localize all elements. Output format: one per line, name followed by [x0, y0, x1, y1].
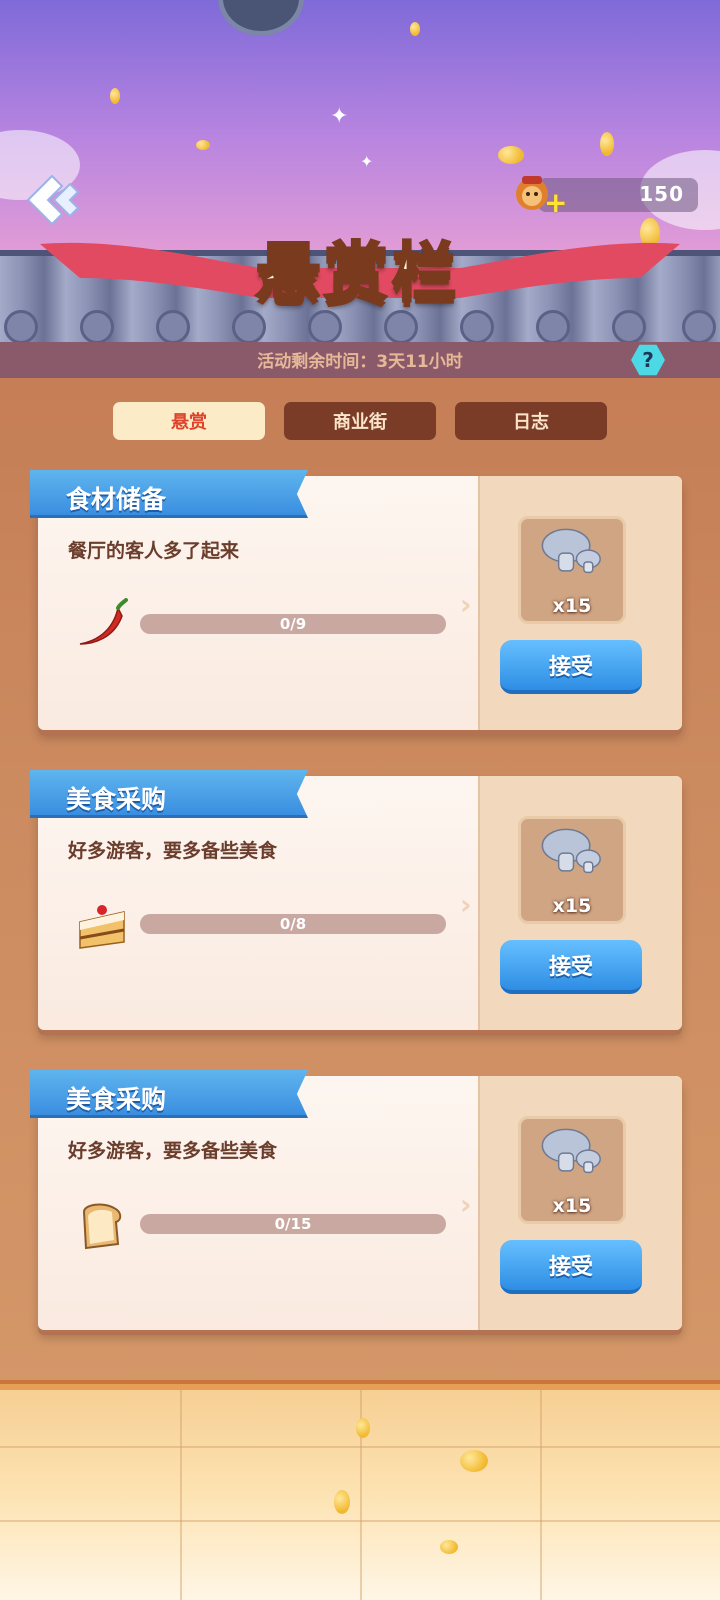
tab-bounty[interactable]: 悬赏 [113, 402, 265, 440]
double-chevron-left-icon [26, 174, 80, 226]
chevron-right-icon: › [460, 588, 472, 621]
sparkle-icon: ✦ [360, 152, 374, 171]
tab-bar: 悬赏 商业街 日志 [113, 402, 607, 440]
accept-button[interactable]: 接受 [500, 1240, 642, 1294]
reward-item: x15 [518, 816, 626, 924]
quest-progress-text: 0/8 [279, 915, 307, 933]
tab-log[interactable]: 日志 [455, 402, 607, 440]
chevron-right-icon: › [460, 888, 472, 921]
sparkle-icon: ✦ [330, 104, 349, 129]
tab-commercial-street[interactable]: 商业街 [284, 402, 436, 440]
mushroom-icon [541, 828, 601, 874]
roof-tile-end [4, 310, 38, 344]
coin-icon [460, 1450, 488, 1472]
reward-item: x15 [518, 516, 626, 624]
roof-tile-end [612, 310, 646, 344]
floor-line [180, 1390, 182, 1600]
quest-progress-text: 0/15 [274, 1215, 312, 1233]
mushroom-icon [541, 1128, 601, 1174]
question-mark-icon: ? [631, 344, 665, 376]
chili-pepper-icon [79, 598, 128, 645]
accept-button[interactable]: 接受 [500, 940, 642, 994]
reward-count: x15 [552, 595, 592, 617]
plus-icon[interactable]: + [544, 186, 567, 219]
currency-value: 150 [639, 182, 684, 206]
quest-tag-label: 食材储备 [66, 485, 167, 514]
coin-icon [600, 132, 614, 156]
event-timer: 活动剩余时间：3天11小时 [257, 352, 463, 372]
roof-tile-end [80, 310, 114, 344]
coin-icon [110, 88, 120, 104]
coin-icon [356, 1418, 370, 1438]
quest-description: 餐厅的客人多了起来 [68, 540, 240, 562]
quest-description: 好多游客，要多备些美食 [68, 1140, 278, 1162]
back-button[interactable] [22, 170, 82, 230]
bread-slice-icon [82, 1203, 122, 1250]
mushroom-icon [541, 528, 601, 574]
quest-tag-label: 美食采购 [66, 785, 167, 814]
floor-background [0, 1390, 720, 1600]
mascot-avatar [218, 0, 304, 36]
timer-bar: 活动剩余时间：3天11小时 ? [0, 342, 720, 378]
quest-card: 美食采购 好多游客，要多备些美食 0/15 › x15 接受 [30, 1070, 682, 1330]
roof-tile-end [682, 310, 716, 344]
cake-slice-icon [79, 905, 125, 949]
roof-tile-end [536, 310, 570, 344]
roof-tile-end [156, 310, 190, 344]
title-banner: 悬赏栏 [222, 220, 494, 316]
quest-card: 食材储备 餐厅的客人多了起来 0/9 › x15 接受 [30, 470, 682, 730]
quest-tag-label: 美食采购 [66, 1085, 167, 1114]
help-button[interactable]: ? [630, 342, 666, 378]
reward-count: x15 [552, 895, 592, 917]
chevron-right-icon: › [460, 1188, 472, 1221]
reward-count: x15 [552, 1195, 592, 1217]
coin-icon [334, 1490, 350, 1514]
currency-display[interactable]: + 150 [508, 176, 698, 219]
coin-icon [440, 1540, 458, 1554]
quest-progress-text: 0/9 [279, 615, 307, 633]
coin-icon [410, 22, 420, 36]
quest-description: 好多游客，要多备些美食 [68, 840, 278, 862]
quest-card: 美食采购 好多游客，要多备些美食 0/8 › x15 接受 [30, 770, 682, 1030]
reward-item: x15 [518, 1116, 626, 1224]
coin-icon [498, 146, 524, 164]
accept-button[interactable]: 接受 [500, 640, 642, 694]
page-title: 悬赏栏 [255, 236, 460, 313]
coin-icon [196, 140, 210, 150]
floor-line [540, 1390, 542, 1600]
